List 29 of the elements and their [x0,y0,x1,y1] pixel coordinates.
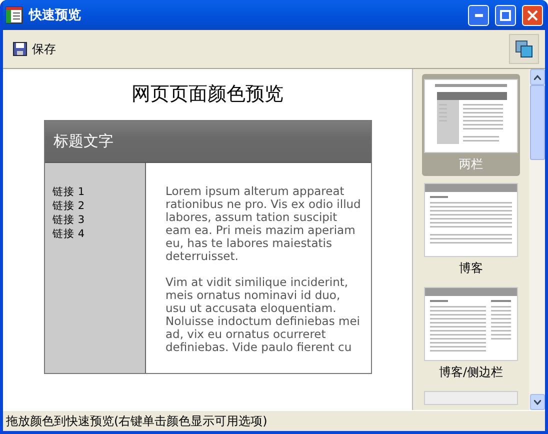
scroll-down-icon[interactable] [530,394,544,410]
view-toggle-button[interactable] [509,34,539,64]
maximize-icon [500,10,511,20]
template-label: 两栏 [459,156,483,173]
nav-link[interactable]: 链接 1 [52,185,144,199]
minimize-icon [474,14,482,16]
scrollbar[interactable] [529,69,545,410]
body-paragraph: Lorem ipsum alterum appareat rationibus ne pro. Vis ex odio illud labores, assum tation suscipit eam ea. Pri meis mazim aperiam eu, has te labores maiestatis deterruisset. [166,185,362,263]
nav-link[interactable]: 链接 4 [52,227,144,241]
close-icon [527,10,538,20]
maximize-button[interactable] [495,4,516,26]
preview-title: 网页页面颜色预览 [132,82,284,107]
template-label: 博客 [459,260,483,277]
scroll-thumb[interactable] [530,85,544,160]
app-icon [5,6,23,24]
template-item[interactable]: 博客 [422,178,520,280]
close-button[interactable] [522,4,543,26]
minimize-button[interactable] [468,4,489,26]
header-text: 标题文字 [44,121,370,163]
body-paragraph: Vim at vidit similique inciderint, meis ornatus nominavi id duo, usu ut accusata eloquentiam. Noluisse indoctum definiebas mei ad, vix eu ornatus ocurreret definiebas. Vide paulo fierent cu [166,276,361,354]
status-text: 拖放颜色到快速预览(右键单击颜色显示可用选项) [3,410,545,431]
scroll-up-icon[interactable] [530,69,544,85]
window-title: 快速预览 [29,7,82,24]
nav-link[interactable]: 链接 2 [52,199,144,213]
template-label: 博客/侧边栏 [438,364,504,381]
stacked-pages-icon [515,40,533,58]
save-button[interactable]: 保存 [11,38,58,60]
nav-link[interactable]: 链接 3 [52,213,144,227]
template-item[interactable]: 博客/侧边栏 [422,282,520,384]
